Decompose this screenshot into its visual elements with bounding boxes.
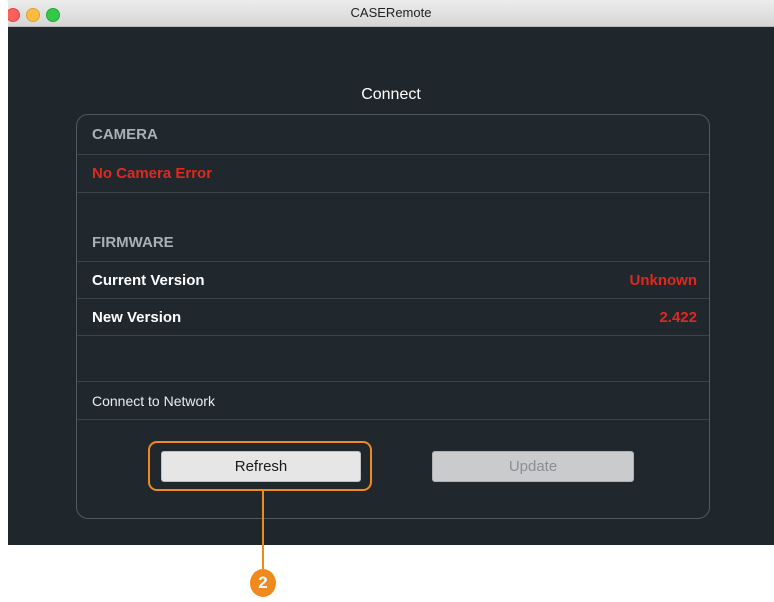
firmware-section-label: FIRMWARE [92, 234, 174, 251]
title-bar: CASERemote [8, 0, 774, 27]
refresh-highlight-frame [148, 441, 372, 491]
callout-line [262, 491, 264, 569]
current-version-label: Current Version [92, 271, 205, 289]
camera-status-row: No Camera Error [77, 155, 709, 193]
new-version-value: 2.422 [659, 308, 697, 326]
empty-row [77, 336, 709, 382]
update-button[interactable]: Update [432, 451, 634, 482]
current-version-row: Current Version Unknown [77, 262, 709, 299]
connect-to-network-label: Connect to Network [92, 392, 215, 409]
network-row[interactable]: Connect to Network [77, 382, 709, 420]
camera-error-text: No Camera Error [92, 165, 213, 182]
camera-section-header: CAMERA [77, 115, 709, 155]
firmware-section-header: FIRMWARE [77, 193, 709, 262]
app-window: CASERemote Connect CAMERA No Camera Erro… [8, 0, 774, 545]
window-title: CASERemote [350, 5, 432, 20]
new-version-label: New Version [92, 308, 182, 326]
callout-number-badge: 2 [250, 569, 276, 597]
connect-heading: Connect [361, 86, 421, 103]
new-version-row: New Version 2.422 [77, 299, 709, 336]
current-version-value: Unknown [629, 271, 698, 289]
camera-section-label: CAMERA [92, 126, 158, 143]
